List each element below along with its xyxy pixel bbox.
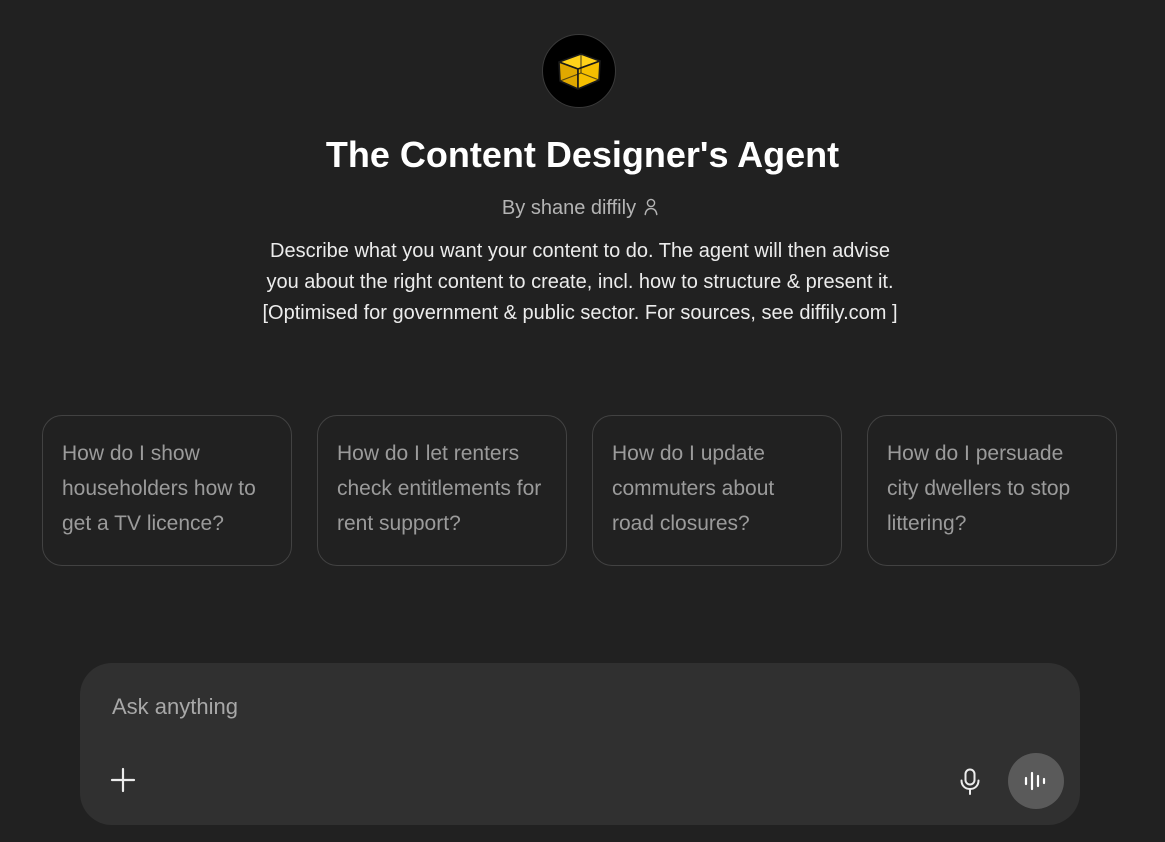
voice-waveform-icon bbox=[1024, 771, 1046, 791]
agent-avatar bbox=[542, 34, 616, 108]
description-line: you about the right content to create, i… bbox=[266, 271, 894, 293]
suggestion-card[interactable]: How do I update commuters about road clo… bbox=[592, 415, 842, 566]
description-line: [Optimised for government & public secto… bbox=[262, 302, 898, 324]
agent-byline[interactable]: By shane diffily bbox=[0, 194, 1160, 224]
gpt-home-page: The Content Designer's Agent By shane di… bbox=[0, 0, 1165, 842]
suggestion-card[interactable]: How do I persuade city dwellers to stop … bbox=[867, 415, 1117, 566]
byline-text: By shane diffily bbox=[501, 197, 637, 219]
agent-title: The Content Designer's Agent bbox=[325, 134, 840, 175]
ask-input[interactable] bbox=[112, 689, 1012, 725]
microphone-icon bbox=[960, 768, 980, 795]
voice-mode-button[interactable] bbox=[1008, 753, 1064, 809]
add-attachment-button[interactable] bbox=[106, 763, 140, 797]
suggestion-card[interactable]: How do I show householders how to get a … bbox=[42, 415, 292, 566]
suggestion-cards: How do I show householders how to get a … bbox=[42, 415, 1118, 566]
agent-description: Describe what you want your content to d… bbox=[180, 236, 980, 329]
dictate-button[interactable] bbox=[952, 764, 988, 800]
person-icon bbox=[644, 196, 658, 224]
yellow-cube-icon bbox=[558, 53, 601, 90]
message-composer bbox=[80, 663, 1080, 825]
description-line: Describe what you want your content to d… bbox=[270, 240, 890, 262]
plus-icon bbox=[110, 767, 136, 793]
suggestion-card[interactable]: How do I let renters check entitlements … bbox=[317, 415, 567, 566]
